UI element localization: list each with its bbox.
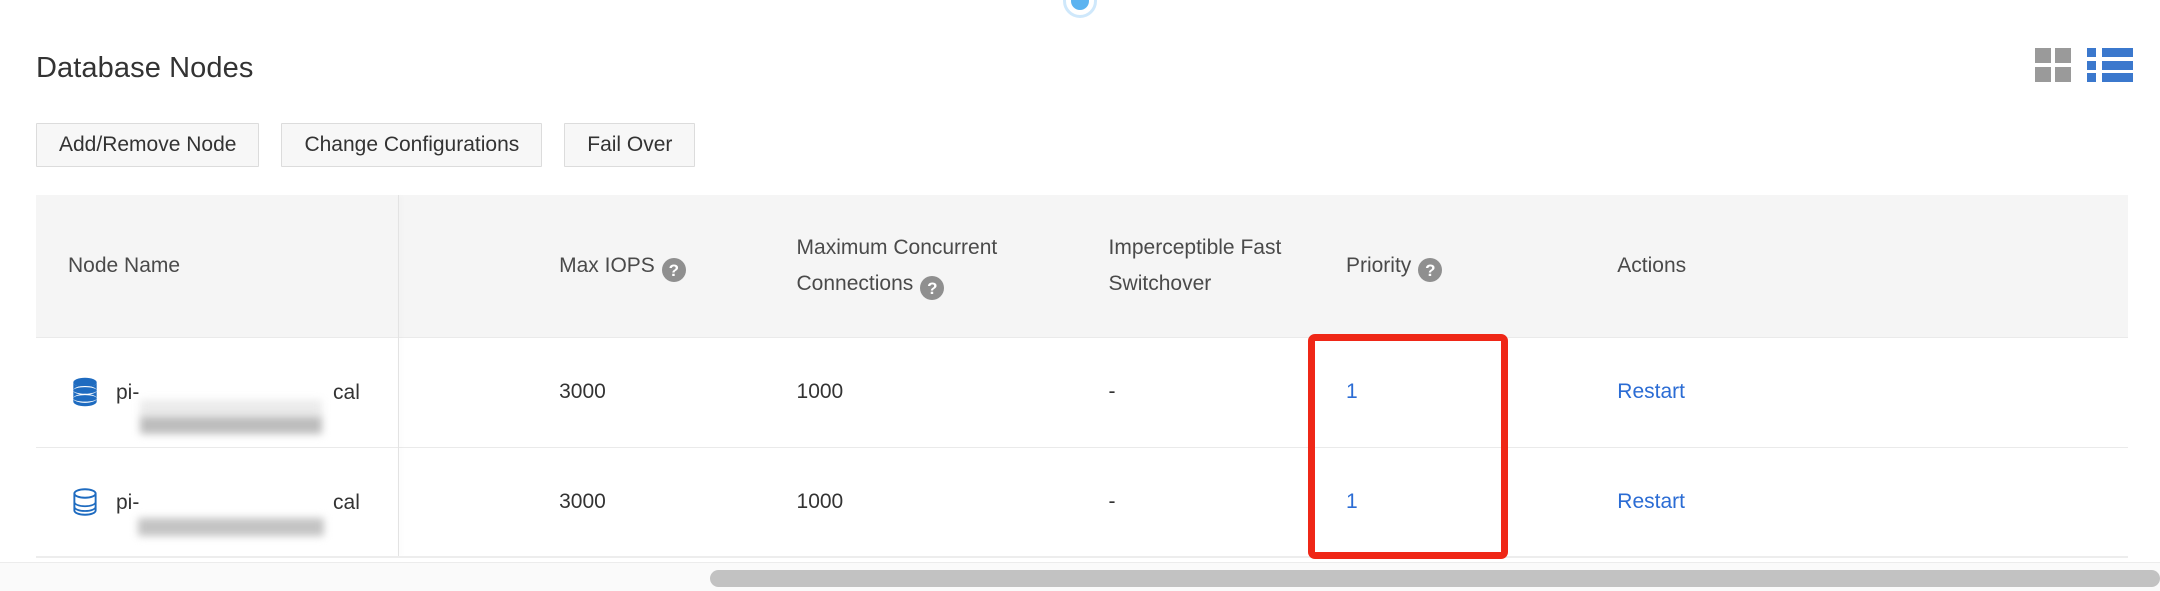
- circle-indicator-dot: [1071, 0, 1089, 10]
- cell-priority: 1: [1313, 336, 1586, 447]
- table-header-row: Node Name Max IOPS? Maximum Concurrent C…: [36, 195, 2128, 337]
- column-header-fast-switchover: Imperceptible Fast Switchover: [1076, 195, 1314, 337]
- node-name-cell: pi- cal: [68, 485, 527, 536]
- cell-actions: Restart: [1585, 446, 2128, 557]
- node-name-text: pi- cal: [116, 378, 360, 434]
- list-bar: [2102, 73, 2133, 82]
- redaction-blur: [140, 416, 322, 434]
- fail-over-button[interactable]: Fail Over: [564, 123, 696, 167]
- column-header-max-connections: Maximum Concurrent Connections?: [764, 195, 1077, 337]
- cell-actions: Restart: [1585, 336, 2128, 447]
- redaction-blur: [138, 518, 324, 536]
- node-name-cell: pi- cal: [68, 375, 527, 434]
- grid-cell: [2035, 67, 2051, 82]
- database-replica-icon: [73, 488, 97, 516]
- priority-link[interactable]: 1: [1346, 380, 1358, 403]
- cell-node-name: pi- cal: [36, 336, 528, 447]
- cell-fast-switchover: -: [1076, 336, 1314, 447]
- node-name-suffix: cal: [333, 381, 360, 404]
- database-primary-icon: [73, 377, 97, 407]
- cell-max-connections: 1000: [764, 446, 1077, 557]
- table-body: pi- cal 3000 1000 - 1 Restart pi- cal 30…: [36, 336, 2128, 557]
- node-name-suffix: cal: [333, 491, 360, 514]
- cell-priority: 1: [1313, 446, 1586, 557]
- cell-node-name: pi- cal: [36, 446, 528, 557]
- node-name-prefix: pi-: [116, 491, 140, 514]
- list-row: [2087, 48, 2133, 57]
- grid-cell: [2055, 67, 2071, 82]
- table-row: pi- cal 3000 1000 - 1 Restart: [36, 446, 2128, 557]
- help-icon-max-connections[interactable]: ?: [920, 276, 945, 301]
- grid-cell: [2035, 48, 2051, 63]
- list-bar: [2102, 60, 2133, 70]
- list-bullet: [2087, 60, 2096, 70]
- database-nodes-table: Node Name Max IOPS? Maximum Concurrent C…: [36, 195, 2128, 557]
- column-header-actions: Actions: [1585, 195, 2128, 337]
- cell-fast-switchover: -: [1076, 446, 1314, 557]
- node-name-text: pi- cal: [116, 488, 360, 536]
- priority-link[interactable]: 1: [1346, 490, 1358, 513]
- cell-max-iops: 3000: [527, 336, 765, 447]
- column-header-node-name: Node Name: [36, 195, 528, 337]
- redaction-blur: [140, 400, 322, 416]
- panel-bottom-edge: [36, 556, 2128, 558]
- change-configurations-button[interactable]: Change Configurations: [281, 123, 543, 167]
- list-row: [2087, 60, 2133, 70]
- grid-cell: [2055, 48, 2071, 63]
- node-name-prefix: pi-: [116, 381, 140, 404]
- help-icon-priority[interactable]: ?: [1418, 258, 1443, 283]
- circle-indicator-icon: [1063, 0, 1097, 18]
- column-header-max-iops: Max IOPS?: [527, 195, 765, 337]
- restart-link[interactable]: Restart: [1617, 380, 1685, 403]
- cell-max-connections: 1000: [764, 336, 1077, 447]
- page-title: Database Nodes: [36, 52, 254, 84]
- list-view-icon[interactable]: [2087, 48, 2133, 82]
- help-icon-max-iops[interactable]: ?: [661, 258, 686, 283]
- restart-link[interactable]: Restart: [1617, 490, 1685, 513]
- list-bar: [2102, 48, 2133, 57]
- view-toggle-group: [2035, 48, 2133, 82]
- table-row: pi- cal 3000 1000 - 1 Restart: [36, 336, 2128, 447]
- list-row: [2087, 73, 2133, 82]
- frozen-column-divider: [398, 195, 399, 557]
- cell-max-iops: 3000: [527, 446, 765, 557]
- database-nodes-table-wrap: Node Name Max IOPS? Maximum Concurrent C…: [36, 195, 2128, 557]
- table-header: Node Name Max IOPS? Maximum Concurrent C…: [36, 195, 2128, 337]
- list-bullet: [2087, 73, 2096, 82]
- action-button-group: Add/Remove Node Change Configurations Fa…: [36, 123, 696, 167]
- list-bullet: [2087, 48, 2096, 57]
- horizontal-scrollbar-thumb[interactable]: [710, 570, 2160, 587]
- column-header-priority: Priority?: [1313, 195, 1586, 337]
- grid-view-icon[interactable]: [2035, 48, 2071, 82]
- add-remove-node-button[interactable]: Add/Remove Node: [36, 123, 260, 167]
